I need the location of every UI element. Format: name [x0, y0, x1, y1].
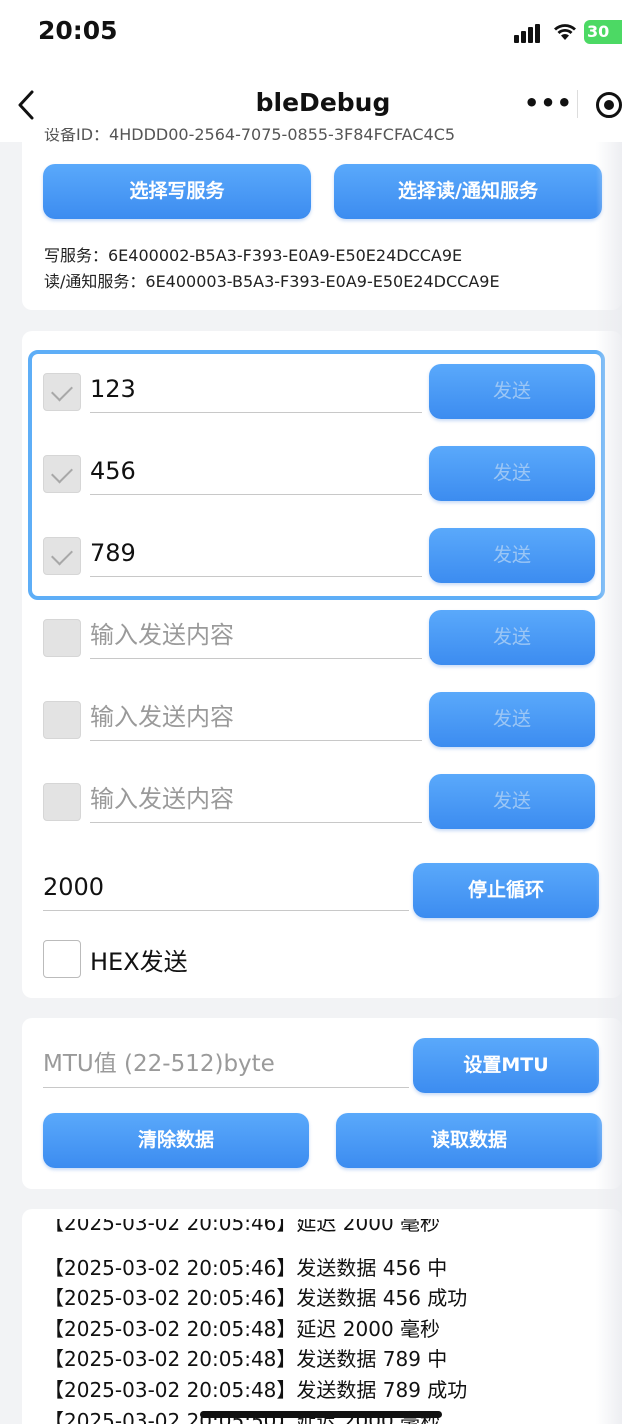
- log-line: 【2025-03-02 20:05:48】发送数据 789 中: [44, 1347, 448, 1371]
- status-time: 20:05: [38, 16, 118, 45]
- device-id-text: 设备ID：4HDDD00-2564-7075-0855-3F84FCFAC4C5: [44, 128, 456, 144]
- log-line: 【2025-03-02 20:05:46】发送数据 456 中: [44, 1256, 448, 1280]
- row5-input[interactable]: 输入发送内容: [90, 697, 422, 741]
- write-service-text: 写服务：6E400002-B5A3-F393-E0A9-E50E24DCCA9E: [44, 246, 463, 265]
- log-line: 【2025-03-02 20:05:46】延迟 2000 毫秒: [44, 1219, 441, 1233]
- capsule-divider: [577, 90, 578, 118]
- home-indicator: [200, 1411, 442, 1418]
- loop-interval-input[interactable]: 2000: [43, 867, 409, 911]
- select-read-service-button[interactable]: 选择读/通知服务: [334, 164, 602, 219]
- row4-input[interactable]: 输入发送内容: [90, 615, 422, 659]
- log-line: 【2025-03-02 20:05:46】发送数据 456 成功: [44, 1286, 468, 1310]
- hex-send-checkbox[interactable]: [43, 940, 81, 978]
- more-icon[interactable]: •••: [524, 89, 573, 117]
- wifi-icon: [552, 20, 578, 46]
- selection-highlight: [28, 350, 605, 600]
- row6-input[interactable]: 输入发送内容: [90, 779, 422, 823]
- row4-send-button[interactable]: 发送: [429, 610, 595, 665]
- clear-data-button[interactable]: 清除数据: [43, 1113, 309, 1168]
- row5-checkbox[interactable]: [43, 701, 81, 739]
- log-line: 【2025-03-02 20:05:48】发送数据 789 成功: [44, 1378, 468, 1402]
- row5-send-button[interactable]: 发送: [429, 692, 595, 747]
- read-data-button[interactable]: 读取数据: [336, 1113, 602, 1168]
- set-mtu-button[interactable]: 设置MTU: [413, 1038, 599, 1093]
- signal-icon: [514, 24, 542, 43]
- select-write-service-button[interactable]: 选择写服务: [43, 164, 311, 219]
- log-line: 【2025-03-02 20:05:48】延迟 2000 毫秒: [44, 1317, 441, 1341]
- row6-checkbox[interactable]: [43, 783, 81, 821]
- edge-shadow: [596, 142, 622, 1424]
- log-card: 【2025-03-02 20:05:46】延迟 2000 毫秒 【2025-03…: [22, 1209, 622, 1424]
- hex-send-label: HEX发送: [90, 948, 188, 976]
- battery-icon: 30: [584, 20, 622, 44]
- mtu-input[interactable]: MTU值 (22-512)byte: [43, 1044, 409, 1088]
- row6-send-button[interactable]: 发送: [429, 774, 595, 829]
- stop-loop-button[interactable]: 停止循环: [413, 863, 599, 918]
- close-miniprogram-icon[interactable]: [596, 92, 622, 118]
- row4-checkbox[interactable]: [43, 619, 81, 657]
- read-service-text: 读/通知服务：6E400003-B5A3-F393-E0A9-E50E24DCC…: [44, 272, 500, 291]
